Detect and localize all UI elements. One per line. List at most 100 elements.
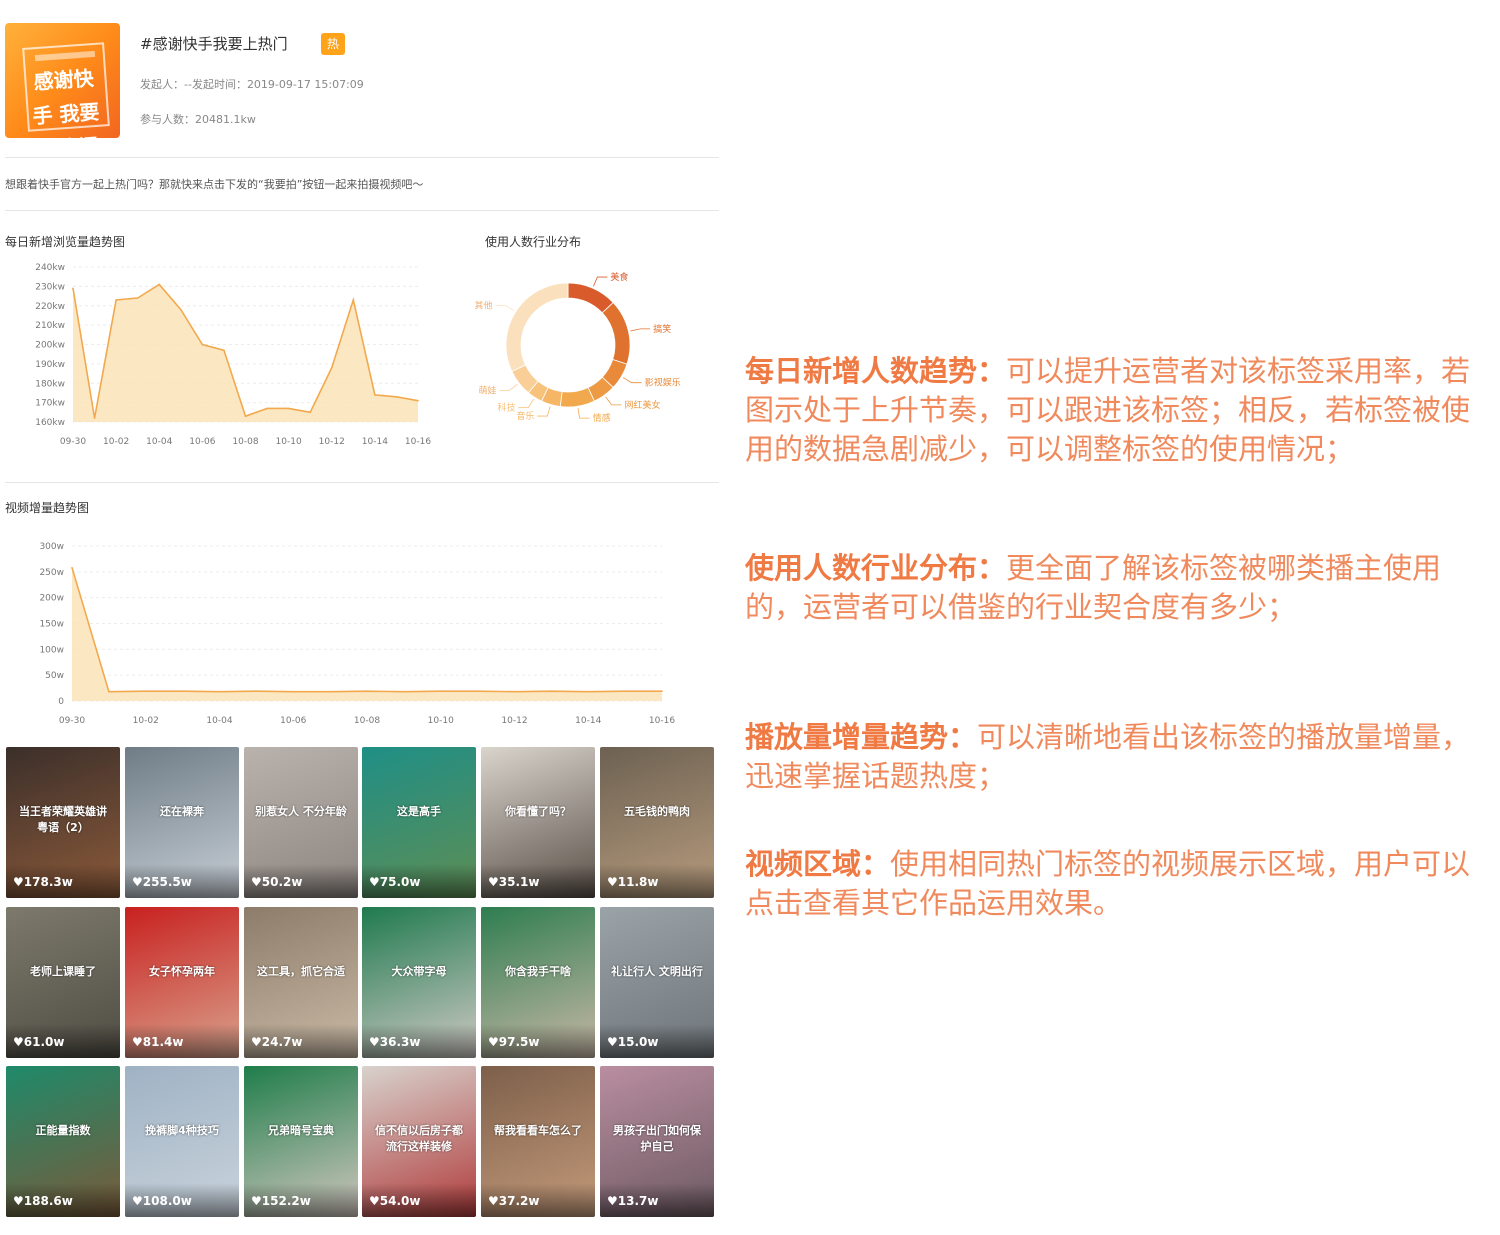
x-tick-label: 10-12: [501, 716, 527, 726]
like-count-value: 35.1w: [498, 875, 540, 889]
x-tick-label: 10-06: [189, 437, 215, 447]
video-thumbnail[interactable]: 正能量指数 ♥188.6w: [6, 1066, 120, 1217]
heart-icon: ♥: [251, 1035, 262, 1049]
pie-slice: [505, 282, 569, 372]
y-tick-label: 300w: [39, 542, 64, 552]
pie-slice: [567, 282, 614, 314]
data-point: [292, 690, 295, 693]
like-count-value: 188.6w: [23, 1194, 73, 1208]
data-point: [403, 690, 405, 693]
pie-label: 萌娃: [479, 384, 497, 396]
heart-icon: ♥: [488, 1194, 499, 1208]
like-count-value: 13.7w: [617, 1194, 659, 1208]
explanation-heading: 播放量增量趋势：: [745, 720, 978, 754]
video-thumbnail[interactable]: 你含我手干啥 ♥97.5w: [481, 907, 595, 1058]
video-thumbnail[interactable]: 帮我看看车怎么了 ♥37.2w: [481, 1066, 595, 1217]
like-count: ♥36.3w: [369, 1035, 420, 1049]
heart-icon: ♥: [251, 875, 262, 889]
data-point: [309, 411, 311, 414]
heart-icon: ♥: [369, 875, 380, 889]
video-thumbnail[interactable]: 信不信以后房子都流行这样装修 ♥54.0w: [362, 1066, 476, 1217]
data-point: [136, 297, 139, 299]
video-overlay-text: 五毛钱的鸭肉: [624, 805, 690, 818]
video-overlay-text: 这是高手: [397, 805, 441, 818]
topic-title: #感谢快手我要上热门: [140, 35, 288, 53]
like-count: ♥13.7w: [607, 1194, 658, 1208]
x-tick-label: 10-04: [146, 437, 172, 447]
like-count-value: 37.2w: [498, 1194, 540, 1208]
like-count-value: 50.2w: [261, 875, 303, 889]
browse-trend-chart: 240kw 230kw 220kw 210kw 200kw 190kw 180kw 170kw…: [35, 263, 431, 447]
divider: [5, 157, 719, 158]
data-point: [71, 566, 73, 569]
pie-label: 其他: [475, 299, 493, 311]
video-overlay-text: 这工具，抓它合适: [257, 965, 345, 978]
heart-icon: ♥: [251, 1194, 262, 1208]
explanation-play-trend: 播放量增量趋势：可以清晰地看出该标签的播放量增量，迅速掌握话题热度；: [745, 718, 1490, 796]
x-tick-label: 10-16: [405, 437, 431, 447]
divider: [5, 482, 719, 483]
pie-leader-line: [518, 398, 535, 408]
pie-leader-line: [537, 406, 551, 417]
video-overlay-text: 当王者荣耀英雄讲粤语（2）: [19, 805, 107, 834]
heart-icon: ♥: [13, 1194, 24, 1208]
data-point: [417, 399, 419, 402]
video-thumbnail[interactable]: 大众带字母 ♥36.3w: [362, 907, 476, 1058]
video-thumbnail[interactable]: 挽裤脚4种技巧 ♥108.0w: [125, 1066, 239, 1217]
like-count: ♥15.0w: [607, 1035, 658, 1049]
data-point: [115, 299, 117, 301]
topic-cover-image: 感谢快手 我要上热门: [5, 23, 120, 138]
video-trend-chart: 300w 250w 200w 150w 100w 50w 0 09-30 10-02 10-04 1…: [39, 542, 675, 726]
explanation-heading: 使用人数行业分布：: [745, 551, 1007, 585]
like-count: ♥37.2w: [488, 1194, 539, 1208]
video-overlay-text: 礼让行人 文明出行: [611, 965, 703, 978]
pie-leader-line: [622, 377, 642, 384]
like-count: ♥152.2w: [251, 1194, 311, 1208]
x-tick-label: 10-04: [206, 716, 232, 726]
pie-leader-line: [495, 304, 515, 312]
video-overlay-text: 正能量指数: [35, 1124, 91, 1137]
data-point: [93, 417, 96, 419]
video-thumbnail[interactable]: 女子怀孕两年 ♥81.4w: [125, 907, 239, 1058]
video-thumbnail[interactable]: 五毛钱的鸭肉 ♥11.8w: [600, 747, 714, 898]
data-point: [439, 690, 442, 692]
pie-slice: [559, 386, 595, 408]
data-point: [624, 690, 626, 692]
like-count: ♥61.0w: [13, 1035, 64, 1049]
data-point: [395, 396, 398, 398]
like-count-value: 54.0w: [379, 1194, 421, 1208]
video-thumbnail[interactable]: 老师上课睡了 ♥61.0w: [6, 907, 120, 1058]
pie-leader-line: [605, 396, 622, 406]
like-count: ♥108.0w: [132, 1194, 192, 1208]
industry-distribution-title: 使用人数行业分布: [485, 235, 582, 249]
video-overlay-text: 挽裤脚4种技巧: [145, 1124, 219, 1137]
pie-leader-line: [499, 383, 518, 391]
x-tick-label: 10-08: [232, 437, 258, 447]
heart-icon: ♥: [607, 1194, 618, 1208]
data-point: [476, 690, 479, 692]
pie-label: 网红美女: [624, 399, 660, 411]
heart-icon: ♥: [607, 1035, 618, 1049]
video-thumbnail[interactable]: 这工具，抓它合适 ♥24.7w: [244, 907, 358, 1058]
x-tick-label: 10-16: [649, 716, 675, 726]
explanation-industry: 使用人数行业分布：更全面了解该标签被哪类播主使用的，运营者可以借鉴的行业契合度有…: [745, 549, 1490, 627]
y-tick-label: 160kw: [35, 418, 65, 428]
series-area: [72, 567, 662, 701]
x-tick-label: 10-12: [319, 437, 345, 447]
heart-icon: ♥: [13, 875, 24, 889]
video-thumbnail[interactable]: 兄弟暗号宝典 ♥152.2w: [244, 1066, 358, 1217]
video-thumbnail[interactable]: 当王者荣耀英雄讲粤语（2） ♥178.3w: [6, 747, 120, 898]
video-thumbnail[interactable]: 礼让行人 文明出行 ♥15.0w: [600, 907, 714, 1058]
video-thumbnail[interactable]: 你看懂了吗？ ♥35.1w: [481, 747, 595, 898]
data-point: [244, 415, 247, 417]
like-count-value: 75.0w: [379, 875, 421, 889]
pie-slice: [601, 301, 631, 365]
video-thumbnail[interactable]: 还在裸奔 ♥255.5w: [125, 747, 239, 898]
like-count-value: 36.3w: [379, 1035, 421, 1049]
data-point: [366, 690, 368, 692]
data-point: [144, 690, 147, 692]
video-thumbnail[interactable]: 别惹女人 不分年龄 ♥50.2w: [244, 747, 358, 898]
video-thumbnail[interactable]: 男孩子出门如何保护自己 ♥13.7w: [600, 1066, 714, 1217]
data-point: [287, 407, 290, 410]
video-thumbnail[interactable]: 这是高手 ♥75.0w: [362, 747, 476, 898]
